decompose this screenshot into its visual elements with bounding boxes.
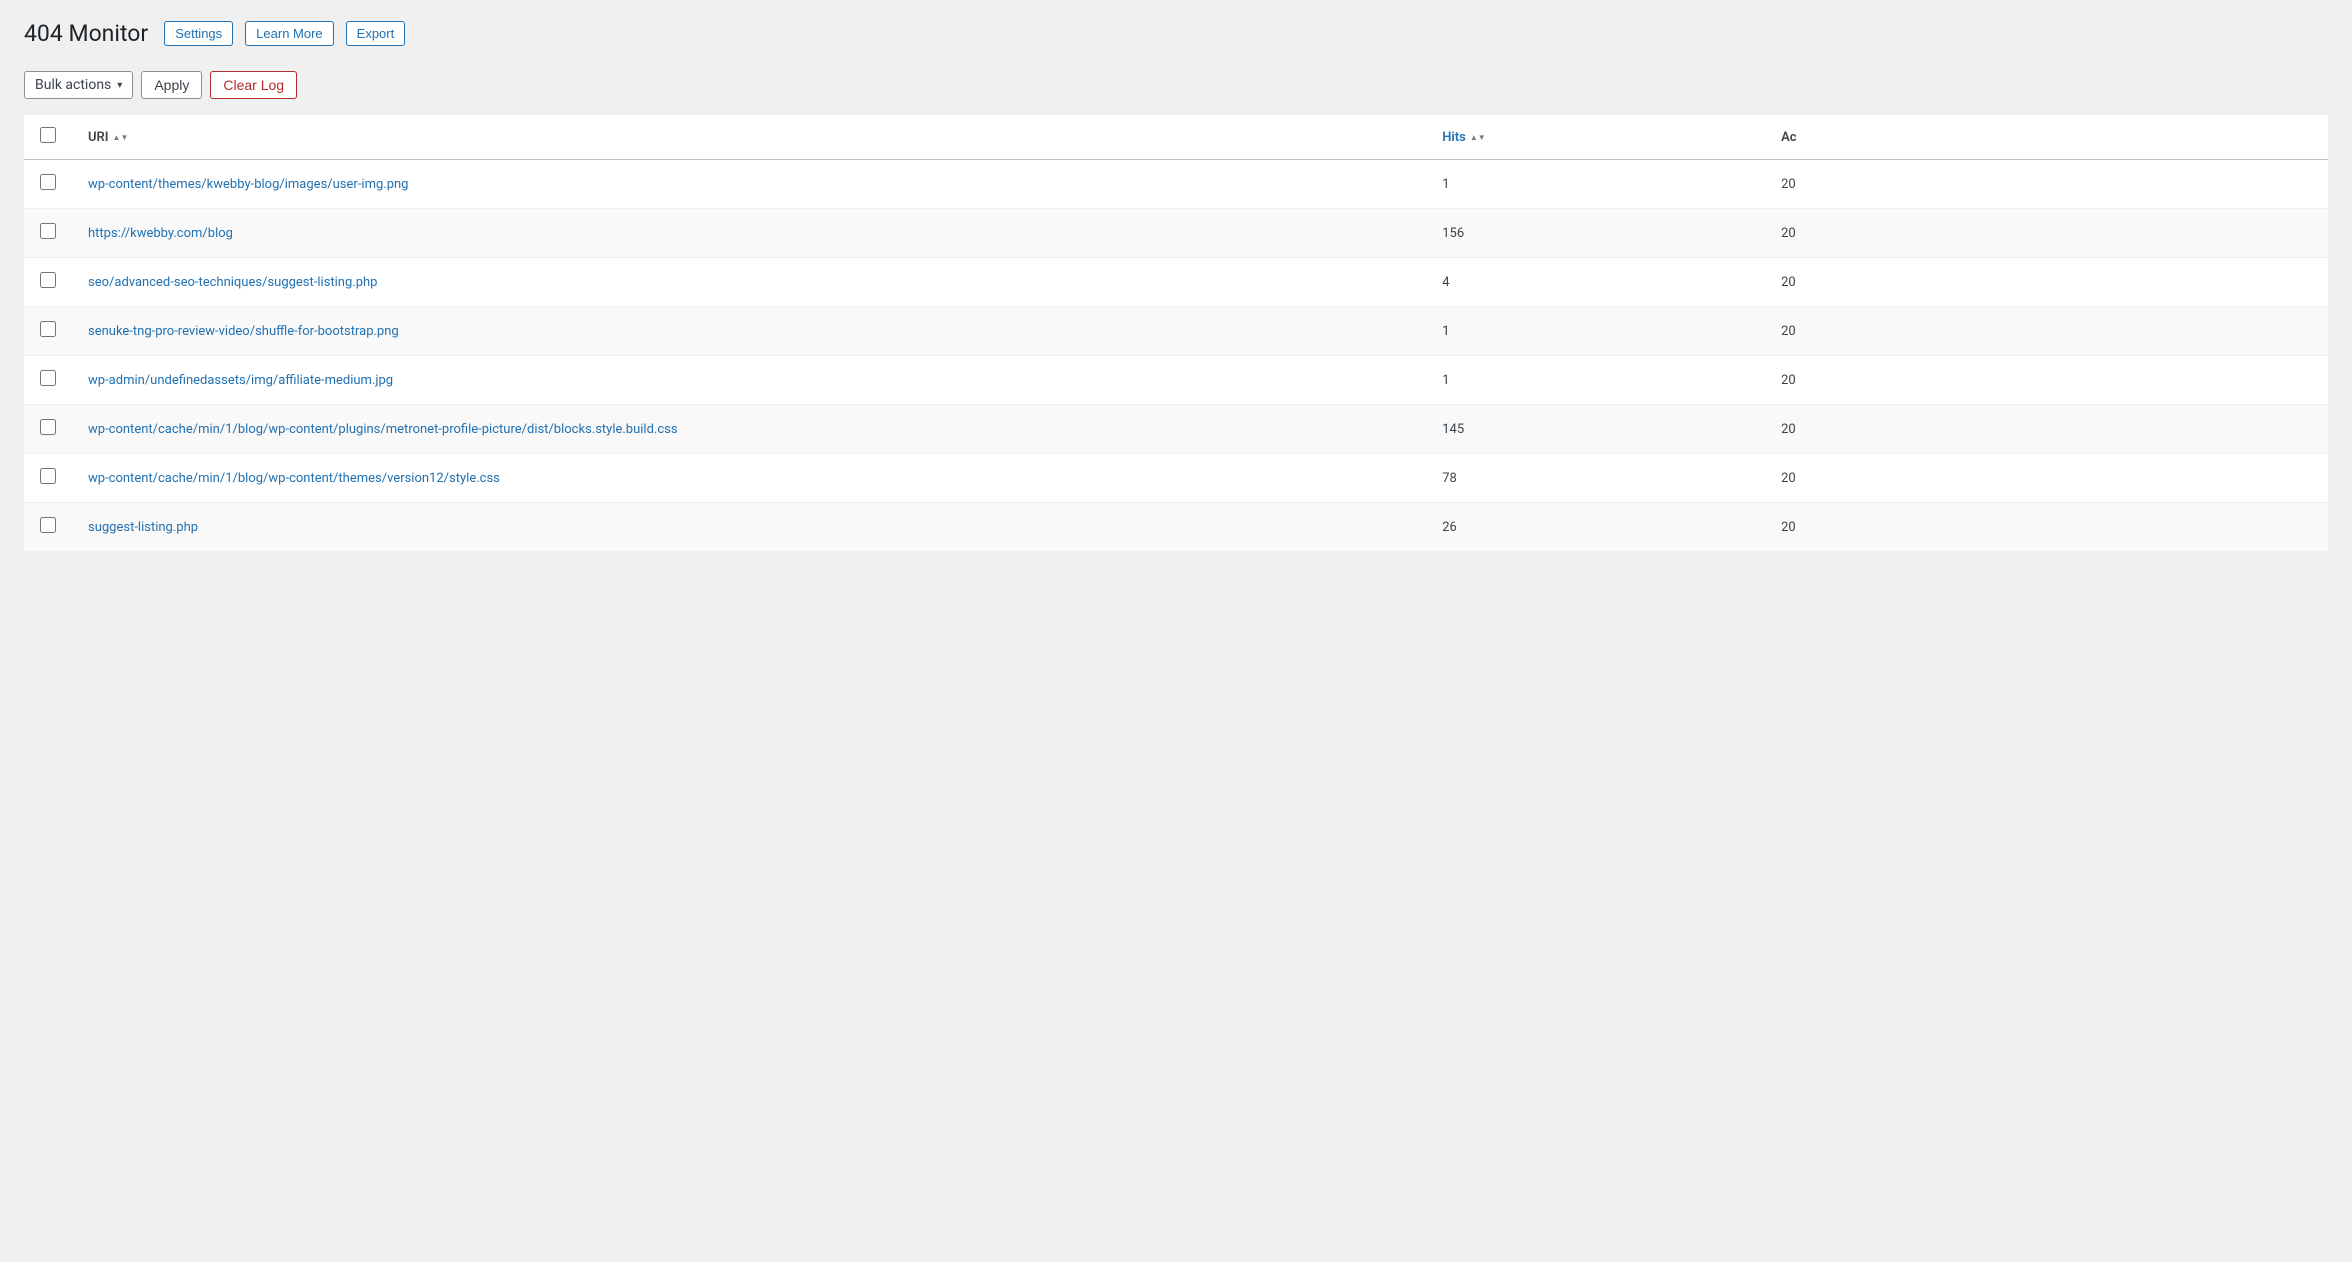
toolbar: Bulk actions ▾ Apply Clear Log — [24, 71, 2328, 99]
select-all-header[interactable] — [24, 115, 72, 160]
page-header: 404 Monitor Settings Learn More Export — [24, 20, 2328, 47]
uri-link[interactable]: senuke-tng-pro-review-video/shuffle-for-… — [88, 324, 399, 339]
uri-column-header[interactable]: URI ▲▼ — [72, 115, 1426, 160]
uri-link[interactable]: wp-content/themes/kwebby-blog/images/use… — [88, 177, 408, 192]
actions-cell: 20 — [1765, 356, 2328, 405]
uri-cell: wp-admin/undefinedassets/img/affiliate-m… — [72, 356, 1426, 405]
uri-table: URI ▲▼ Hits ▲▼ Ac wp-content/themes/kweb… — [24, 115, 2328, 552]
uri-link[interactable]: suggest-listing.php — [88, 520, 198, 535]
hits-cell: 145 — [1426, 405, 1765, 454]
table-row: wp-content/cache/min/1/blog/wp-content/t… — [24, 454, 2328, 503]
row-checkbox[interactable] — [40, 174, 56, 190]
clear-log-button[interactable]: Clear Log — [210, 71, 297, 99]
actions-cell: 20 — [1765, 258, 2328, 307]
row-checkbox-cell[interactable] — [24, 405, 72, 454]
uri-link[interactable]: seo/advanced-seo-techniques/suggest-list… — [88, 275, 377, 290]
chevron-down-icon: ▾ — [117, 80, 122, 91]
table-row: suggest-listing.php 26 20 — [24, 503, 2328, 552]
page-title: 404 Monitor — [24, 20, 148, 47]
row-checkbox-cell[interactable] — [24, 307, 72, 356]
row-checkbox-cell[interactable] — [24, 209, 72, 258]
row-checkbox[interactable] — [40, 517, 56, 533]
table-row: https://kwebby.com/blog 156 20 — [24, 209, 2328, 258]
row-checkbox-cell[interactable] — [24, 454, 72, 503]
uri-cell: seo/advanced-seo-techniques/suggest-list… — [72, 258, 1426, 307]
hits-cell: 1 — [1426, 356, 1765, 405]
hits-cell: 1 — [1426, 160, 1765, 209]
hits-cell: 78 — [1426, 454, 1765, 503]
apply-button[interactable]: Apply — [141, 71, 202, 99]
actions-cell: 20 — [1765, 307, 2328, 356]
hits-column-header[interactable]: Hits ▲▼ — [1426, 115, 1765, 160]
uri-cell: wp-content/cache/min/1/blog/wp-content/t… — [72, 454, 1426, 503]
uri-sort-icon: ▲▼ — [113, 133, 129, 142]
row-checkbox-cell[interactable] — [24, 356, 72, 405]
bulk-actions-label: Bulk actions — [35, 77, 111, 93]
export-button[interactable]: Export — [346, 21, 406, 46]
uri-cell: https://kwebby.com/blog — [72, 209, 1426, 258]
uri-cell: wp-content/themes/kwebby-blog/images/use… — [72, 160, 1426, 209]
table-header-row: URI ▲▼ Hits ▲▼ Ac — [24, 115, 2328, 160]
actions-cell: 20 — [1765, 454, 2328, 503]
actions-cell: 20 — [1765, 503, 2328, 552]
bulk-actions-dropdown[interactable]: Bulk actions ▾ — [24, 71, 133, 99]
hits-cell: 156 — [1426, 209, 1765, 258]
actions-column-header: Ac — [1765, 115, 2328, 160]
hits-sort-icon: ▲▼ — [1470, 133, 1486, 142]
settings-button[interactable]: Settings — [164, 21, 233, 46]
hits-cell: 1 — [1426, 307, 1765, 356]
table-row: wp-content/themes/kwebby-blog/images/use… — [24, 160, 2328, 209]
uri-column-label: URI — [88, 130, 109, 145]
row-checkbox-cell[interactable] — [24, 258, 72, 307]
hits-cell: 26 — [1426, 503, 1765, 552]
actions-cell: 20 — [1765, 209, 2328, 258]
row-checkbox-cell[interactable] — [24, 160, 72, 209]
uri-link[interactable]: wp-content/cache/min/1/blog/wp-content/p… — [88, 422, 678, 437]
table-row: senuke-tng-pro-review-video/shuffle-for-… — [24, 307, 2328, 356]
row-checkbox[interactable] — [40, 419, 56, 435]
row-checkbox[interactable] — [40, 223, 56, 239]
uri-link[interactable]: wp-content/cache/min/1/blog/wp-content/t… — [88, 471, 500, 486]
hits-cell: 4 — [1426, 258, 1765, 307]
uri-link[interactable]: https://kwebby.com/blog — [88, 226, 233, 241]
table-row: wp-content/cache/min/1/blog/wp-content/p… — [24, 405, 2328, 454]
uri-link[interactable]: wp-admin/undefinedassets/img/affiliate-m… — [88, 373, 393, 388]
select-all-checkbox[interactable] — [40, 127, 56, 143]
row-checkbox[interactable] — [40, 321, 56, 337]
actions-cell: 20 — [1765, 160, 2328, 209]
uri-cell: senuke-tng-pro-review-video/shuffle-for-… — [72, 307, 1426, 356]
uri-cell: suggest-listing.php — [72, 503, 1426, 552]
table-row: seo/advanced-seo-techniques/suggest-list… — [24, 258, 2328, 307]
learn-more-button[interactable]: Learn More — [245, 21, 333, 46]
row-checkbox[interactable] — [40, 370, 56, 386]
row-checkbox[interactable] — [40, 468, 56, 484]
actions-cell: 20 — [1765, 405, 2328, 454]
actions-column-label: Ac — [1781, 130, 1796, 145]
uri-cell: wp-content/cache/min/1/blog/wp-content/p… — [72, 405, 1426, 454]
row-checkbox[interactable] — [40, 272, 56, 288]
row-checkbox-cell[interactable] — [24, 503, 72, 552]
hits-column-label: Hits — [1442, 130, 1466, 145]
table-row: wp-admin/undefinedassets/img/affiliate-m… — [24, 356, 2328, 405]
